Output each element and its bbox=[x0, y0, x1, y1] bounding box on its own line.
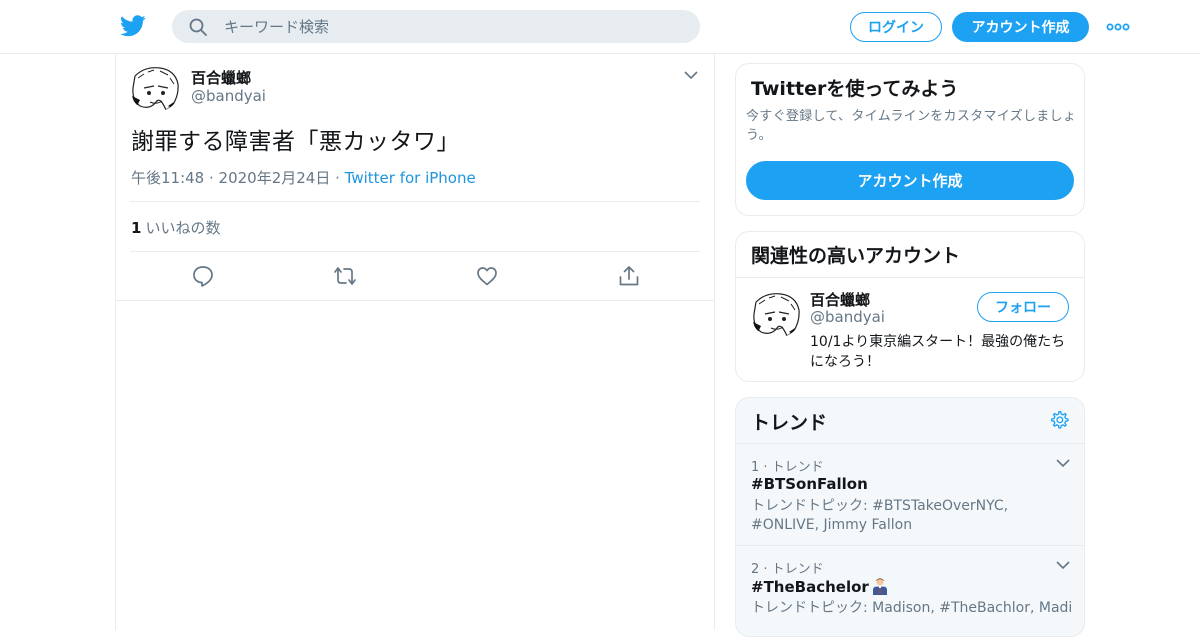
search-box[interactable] bbox=[172, 10, 700, 43]
related-account-name[interactable]: 百合蠟螂 bbox=[810, 289, 870, 310]
twitter-bird-icon[interactable] bbox=[120, 14, 146, 38]
like-icon[interactable] bbox=[475, 264, 499, 288]
tweet-card: 百合蠟螂 @bandyai 謝罪する障害者「悪カッタワ」 午後11:48 · 2… bbox=[116, 54, 714, 301]
chevron-down-icon[interactable] bbox=[683, 70, 699, 80]
gear-icon[interactable] bbox=[1049, 410, 1069, 430]
search-input[interactable] bbox=[222, 10, 682, 43]
trend-item[interactable]: 2 · トレンド #TheBachelor トレンドトピック: Madison,… bbox=[736, 546, 1084, 636]
tweet-meta: 午後11:48 · 2020年2月24日 · Twitter for iPhon… bbox=[131, 167, 476, 188]
chevron-down-icon[interactable] bbox=[1055, 560, 1071, 570]
man-office-worker-emoji bbox=[872, 578, 887, 595]
divider bbox=[130, 201, 700, 202]
tweet-column: 百合蠟螂 @bandyai 謝罪する障害者「悪カッタワ」 午後11:48 · 2… bbox=[115, 54, 715, 630]
search-icon bbox=[189, 18, 207, 36]
signup-card: Twitterを使ってみよう 今すぐ登録して、タイムラインをカスタマイズしましょ… bbox=[735, 63, 1085, 216]
related-account-bio: 10/1より東京編スタート！最強の俺たちになろう！ bbox=[810, 334, 1066, 370]
screen-name[interactable]: @bandyai bbox=[191, 87, 266, 105]
trend-item[interactable]: 1 · トレンド #BTSonFallon トレンドトピック: #BTSTake… bbox=[736, 444, 1084, 545]
share-icon[interactable] bbox=[617, 264, 641, 288]
divider bbox=[736, 277, 1084, 278]
signup-card-title: Twitterを使ってみよう bbox=[751, 78, 959, 100]
reply-icon[interactable] bbox=[191, 264, 215, 288]
more-icon[interactable] bbox=[1106, 20, 1130, 34]
trends-title: トレンド bbox=[751, 412, 828, 434]
chevron-down-icon[interactable] bbox=[1055, 458, 1071, 468]
related-accounts-title: 関連性の高いアカウント bbox=[751, 245, 961, 267]
like-count-label: いいねの数 bbox=[145, 219, 221, 237]
signup-button[interactable]: アカウント作成 bbox=[952, 12, 1089, 42]
login-button[interactable]: ログイン bbox=[850, 12, 942, 42]
related-accounts-card: 関連性の高いアカウント 百合蠟螂 @bandyai フォロー 10/1より東京編… bbox=[735, 231, 1085, 382]
trend-description: トレンドトピック: Madison, #TheBachlor, Madi bbox=[751, 600, 1071, 616]
trend-name[interactable]: #BTSonFallon bbox=[751, 475, 868, 493]
divider bbox=[130, 251, 700, 252]
trends-card: トレンド 1 · トレンド #BTSonFallon トレンドトピック: #BT… bbox=[735, 397, 1085, 637]
follow-button[interactable]: フォロー bbox=[977, 292, 1069, 322]
retweet-icon[interactable] bbox=[333, 264, 357, 288]
trend-name-text: #TheBachelor bbox=[751, 578, 869, 596]
signup-card-button[interactable]: アカウント作成 bbox=[746, 161, 1074, 200]
tweet-timestamp[interactable]: 午後11:48 · 2020年2月24日 · bbox=[131, 169, 345, 187]
avatar[interactable] bbox=[130, 66, 180, 112]
avatar[interactable] bbox=[751, 292, 801, 338]
tweet-text: 謝罪する障害者「悪カッタワ」 bbox=[131, 129, 460, 155]
trend-rank: 1 · トレンド bbox=[751, 460, 824, 475]
like-count-number: 1 bbox=[131, 219, 142, 237]
like-count[interactable]: 1 いいねの数 bbox=[131, 217, 220, 238]
tweet-source-link[interactable]: Twitter for iPhone bbox=[345, 169, 476, 187]
trend-rank: 2 · トレンド bbox=[751, 562, 824, 577]
trend-description: トレンドトピック: #BTSTakeOverNYC, #ONLIVE, Jimm… bbox=[751, 498, 1009, 533]
trend-name[interactable]: #TheBachelor bbox=[751, 577, 889, 596]
related-account-handle[interactable]: @bandyai bbox=[810, 308, 885, 326]
top-bar: ログイン アカウント作成 bbox=[0, 0, 1200, 54]
display-name[interactable]: 百合蠟螂 bbox=[191, 67, 251, 88]
signup-card-description: 今すぐ登録して、タイムラインをカスタマイズしましょう。 bbox=[746, 109, 1077, 143]
